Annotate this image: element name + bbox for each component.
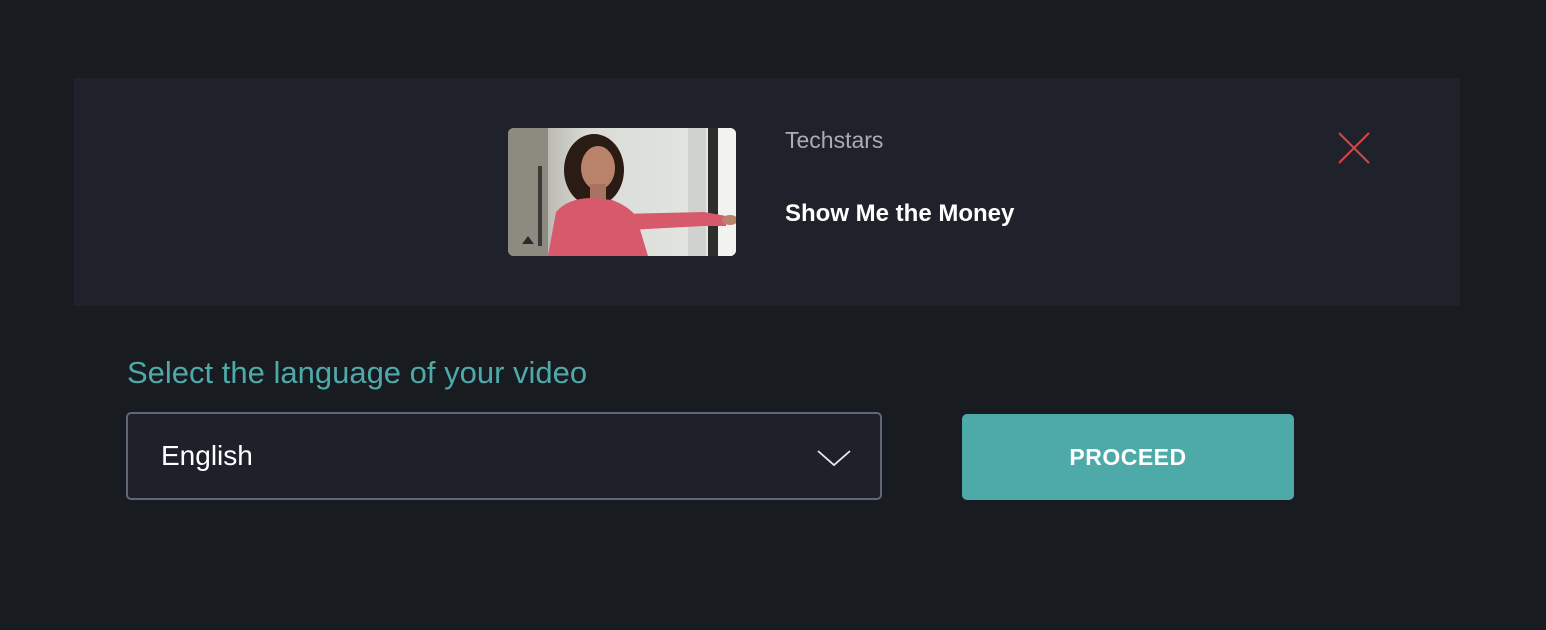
language-selection-page: Techstars Show Me the Money Select the l… — [0, 0, 1546, 630]
close-button[interactable] — [1334, 128, 1374, 168]
video-card: Techstars Show Me the Money — [74, 78, 1460, 306]
language-select[interactable]: English — [126, 412, 882, 500]
presenter-thumbnail-icon — [508, 128, 736, 256]
video-channel: Techstars — [785, 127, 884, 153]
chevron-down-icon — [816, 447, 852, 469]
video-thumbnail — [508, 128, 736, 256]
video-title: Show Me the Money — [785, 200, 1015, 227]
language-label: Select the language of your video — [127, 355, 588, 390]
language-selected-value: English — [161, 440, 253, 471]
close-x-icon — [1338, 132, 1370, 164]
proceed-button[interactable]: PROCEED — [962, 414, 1294, 500]
